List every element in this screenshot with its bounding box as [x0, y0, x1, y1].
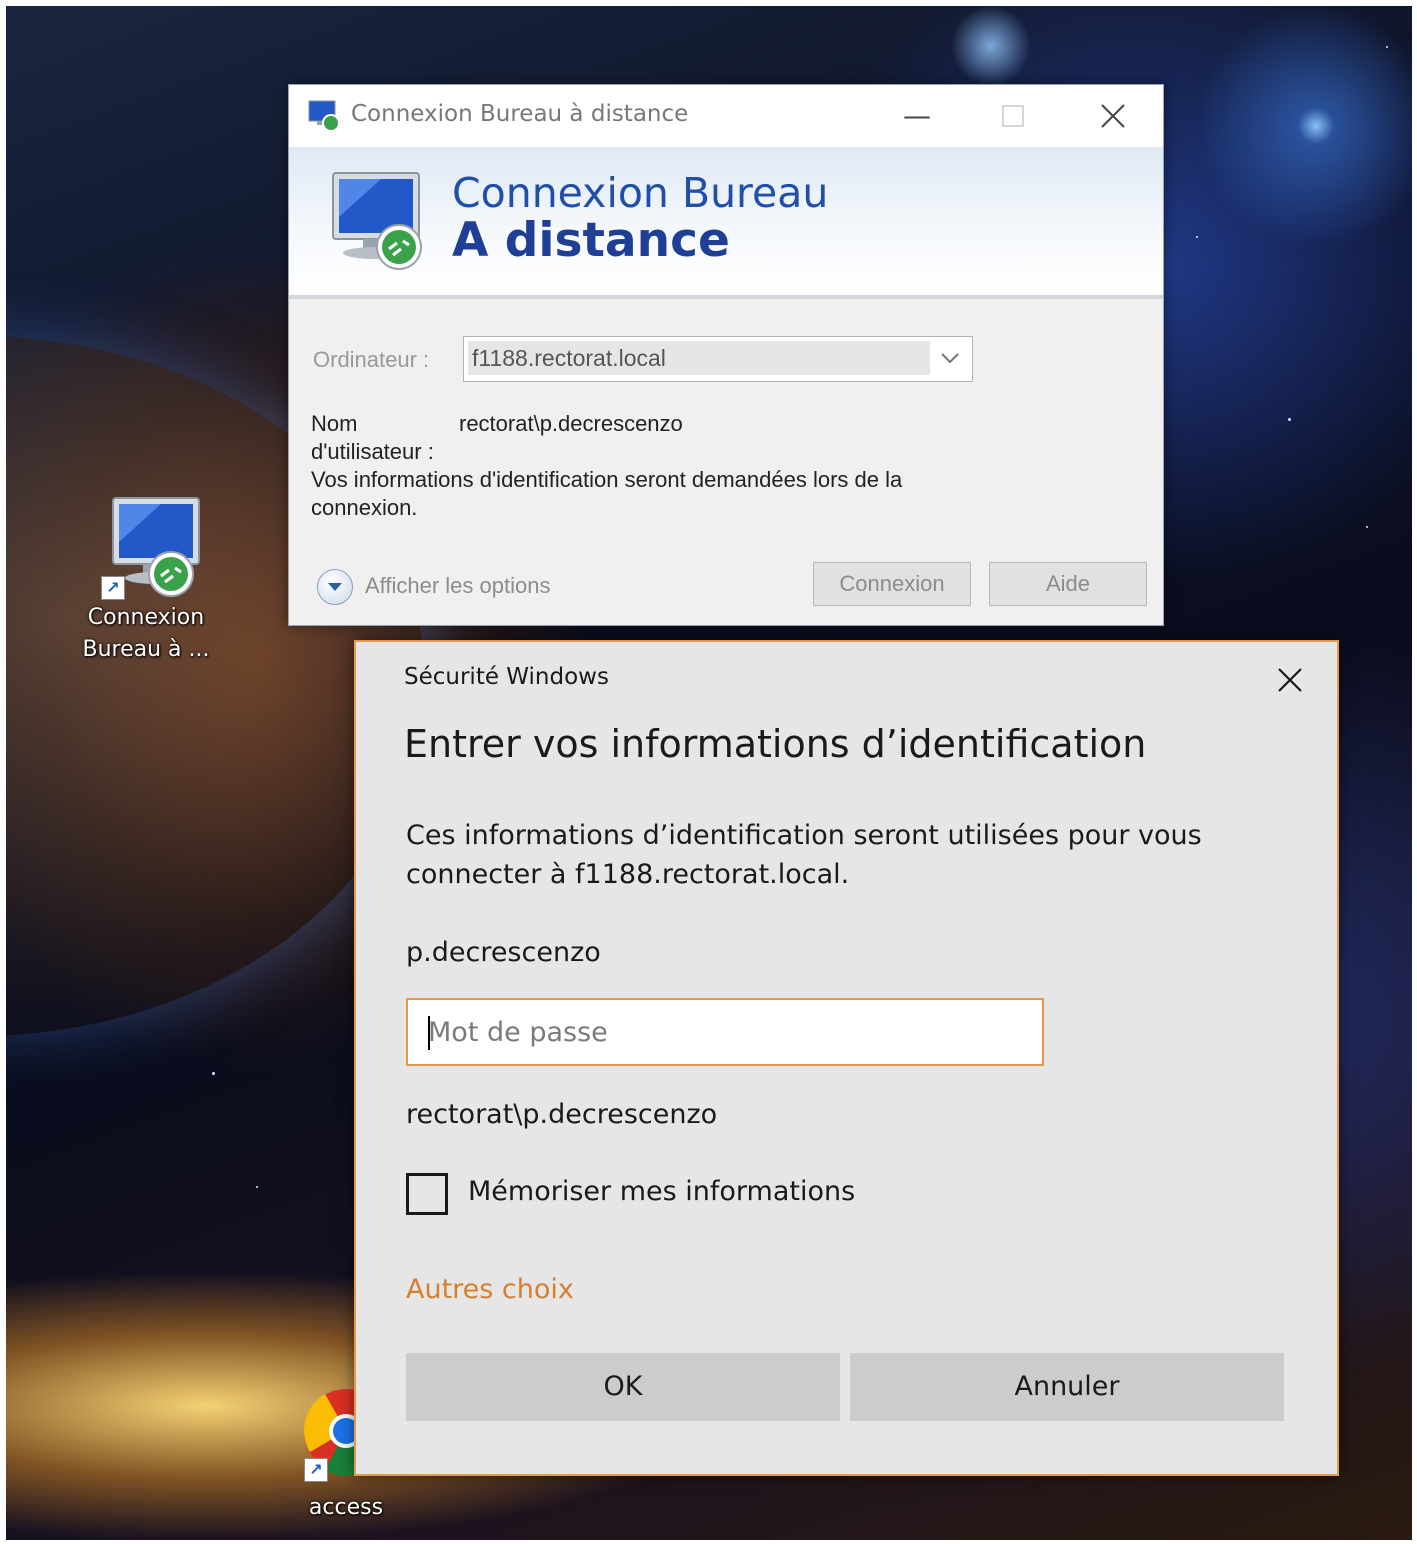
remote-desktop-small-icon [308, 100, 340, 132]
star [1366, 526, 1368, 528]
dialog-window-title: Sécurité Windows [404, 664, 609, 690]
shortcut-arrow-icon: ↗ [304, 1458, 328, 1482]
banner-title-line1: Connexion Bureau [452, 169, 829, 217]
rdp-titlebar[interactable]: Connexion Bureau à distance — [289, 85, 1163, 147]
password-input[interactable] [406, 998, 1044, 1066]
chevron-down-icon[interactable] [938, 345, 962, 369]
close-icon [1101, 104, 1125, 128]
username-label: Nom [311, 411, 358, 436]
star [256, 1186, 258, 1188]
help-button[interactable]: Aide [989, 562, 1147, 606]
minimize-button[interactable]: — [887, 95, 947, 137]
chevron-down-icon [328, 583, 342, 591]
username-value: rectorat\p.decrescenzo [459, 411, 683, 436]
username-label: d'utilisateur : [311, 439, 434, 464]
text-cursor [428, 1016, 430, 1050]
star [1288, 418, 1291, 421]
windows-security-dialog: Sécurité Windows Entrer vos informations… [354, 640, 1339, 1476]
star [1196, 236, 1198, 238]
minimize-icon: — [903, 99, 931, 132]
remember-label[interactable]: Mémoriser mes informations [468, 1176, 855, 1207]
banner-title-line2: A distance [452, 213, 730, 268]
ok-button[interactable]: OK [406, 1353, 840, 1421]
credentials-note: Vos informations d'identification seront… [311, 467, 903, 492]
desktop-icon-label: Bureau à ... [82, 637, 210, 662]
credentials-note: connexion. [311, 495, 418, 520]
maximize-icon [1002, 105, 1024, 127]
star [1386, 46, 1388, 48]
username-display: p.decrescenzo [406, 937, 601, 968]
computer-label: Ordinateur : [313, 347, 430, 372]
connect-button[interactable]: Connexion [813, 562, 971, 606]
remote-desktop-icon [332, 172, 422, 270]
desktop-icon-remote-desktop[interactable]: ↗ Connexion Bureau à ... [76, 492, 216, 666]
more-choices-link[interactable]: Autres choix [406, 1274, 574, 1305]
dialog-heading: Entrer vos informations d’identification [404, 722, 1147, 766]
cancel-button[interactable]: Annuler [850, 1353, 1284, 1421]
computer-combobox[interactable]: f1188.rectorat.local [463, 336, 973, 382]
rdp-banner: Connexion Bureau A distance [289, 147, 1163, 299]
desktop-icon-label: Connexion [87, 605, 205, 630]
show-options-link[interactable]: Afficher les options [365, 573, 550, 599]
domain-user-display: rectorat\p.decrescenzo [406, 1099, 718, 1130]
dialog-close-button[interactable] [1268, 658, 1312, 702]
desktop-icon-label: access [308, 1495, 384, 1520]
shortcut-arrow-icon: ↗ [101, 576, 125, 600]
remote-desktop-window: Connexion Bureau à distance — Connexion … [288, 84, 1164, 626]
show-options-toggle[interactable] [317, 569, 353, 605]
dialog-description: Ces informations d’identification seront… [406, 820, 1202, 851]
close-icon [1278, 668, 1302, 692]
close-button[interactable] [1083, 95, 1143, 137]
rdp-window-title: Connexion Bureau à distance [351, 101, 689, 127]
dialog-description: connecter à f1188.rectorat.local. [406, 859, 850, 890]
star [212, 1072, 215, 1075]
maximize-button[interactable] [983, 95, 1043, 137]
remember-checkbox[interactable] [406, 1173, 448, 1215]
computer-value: f1188.rectorat.local [468, 341, 930, 375]
